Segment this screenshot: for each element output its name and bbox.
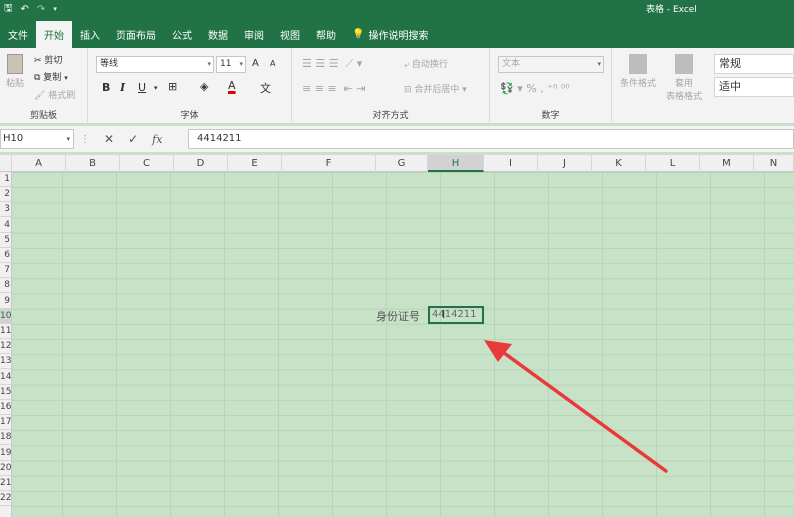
arrow-shaft [498, 348, 668, 473]
arrow-head [484, 340, 512, 362]
annotation-arrow [484, 340, 668, 473]
